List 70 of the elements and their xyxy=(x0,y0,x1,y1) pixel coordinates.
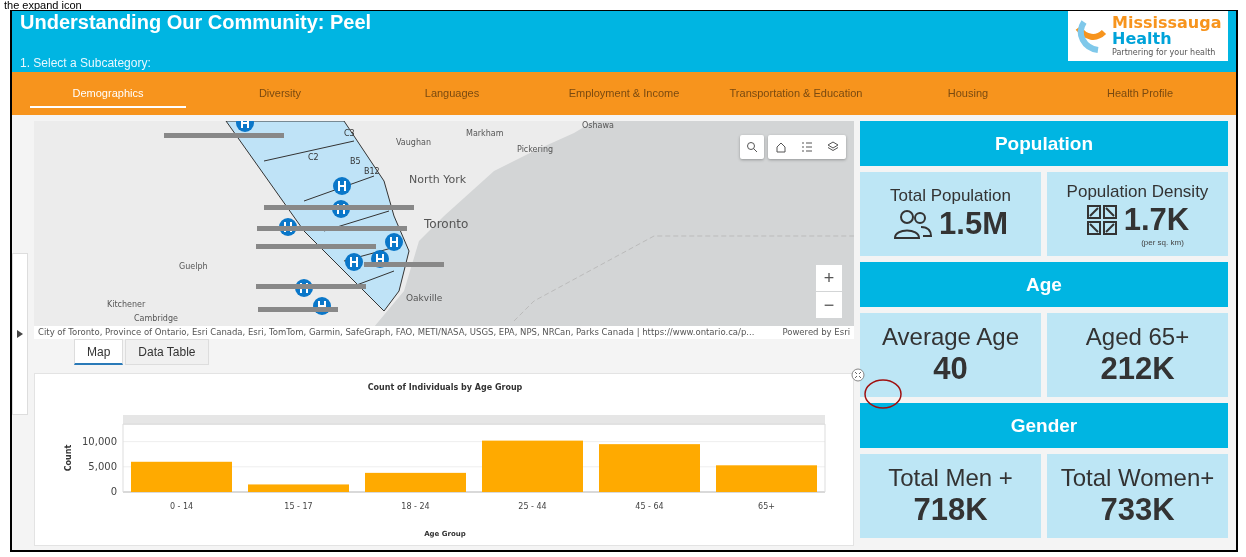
section-header: Age xyxy=(860,262,1228,307)
x-tick-label: 65+ xyxy=(758,502,775,512)
place-label: Toronto xyxy=(424,217,469,231)
place-label: Kitchener xyxy=(107,300,146,309)
x-tick-label: 45 - 64 xyxy=(635,502,664,512)
section-header: Gender xyxy=(860,403,1228,448)
zoom-in-button[interactable]: + xyxy=(816,265,842,291)
expand-arrow-icon[interactable] xyxy=(17,329,23,338)
place-label: North York xyxy=(409,173,467,186)
x-tick-label: 0 - 14 xyxy=(169,502,194,512)
view-tab[interactable]: Data Table xyxy=(125,339,209,366)
highlight-circle xyxy=(863,378,903,411)
y-tick-label: 0 xyxy=(110,486,117,498)
nav-tab[interactable]: Employment & Income xyxy=(546,79,702,108)
stat-label: Total Population xyxy=(890,186,1011,206)
logo-name: Health xyxy=(1112,31,1172,47)
list-icon[interactable] xyxy=(801,141,813,153)
place-label: Cambridge xyxy=(134,314,178,323)
stat-label: Average Age xyxy=(882,323,1019,351)
page-title: Understanding Our Community: Peel xyxy=(20,11,372,34)
view-tab[interactable]: Map xyxy=(74,339,124,366)
y-tick-label: 10,000 xyxy=(82,435,117,447)
stat-value: 733K xyxy=(1100,492,1175,528)
place-label: Vaughan xyxy=(396,138,431,147)
section-header: Population xyxy=(860,121,1228,166)
stat-value: 212K xyxy=(1100,351,1175,387)
region-label: B12 xyxy=(364,167,380,176)
search-button[interactable] xyxy=(740,135,764,159)
region-label: B5 xyxy=(350,157,361,166)
nav-tab[interactable]: Demographics xyxy=(30,79,186,108)
zoom-out-button[interactable]: − xyxy=(816,292,842,318)
stat-note: (per sq. km) xyxy=(1141,237,1184,247)
stat-value: 718K xyxy=(913,492,988,528)
expand-icon[interactable] xyxy=(851,368,865,383)
stat-value: 40 xyxy=(933,351,968,387)
stat-value: 1.5M xyxy=(939,206,1008,242)
region-label: C3 xyxy=(344,129,355,138)
y-tick-label: 5,000 xyxy=(88,461,117,473)
grid-icon xyxy=(1085,203,1118,236)
y-axis-label: Count xyxy=(64,444,73,472)
stat-label: Population Density xyxy=(1066,181,1209,202)
x-tick-label: 25 - 44 xyxy=(518,502,547,512)
nav-tab[interactable]: Languages xyxy=(374,79,530,108)
subcategory-label: 1. Select a Subcategory: xyxy=(20,56,152,70)
powered-by-text: Powered by Esri xyxy=(782,327,850,338)
place-label: Oakville xyxy=(406,293,443,303)
people-icon xyxy=(893,208,934,240)
nav-tab[interactable]: Diversity xyxy=(202,79,358,108)
nav-tab[interactable]: Housing xyxy=(890,79,1046,108)
place-label: Pickering xyxy=(517,145,554,154)
nav-tab[interactable]: Transportation & Education xyxy=(718,79,874,108)
home-icon[interactable] xyxy=(775,141,787,153)
stat-label: Total Women+ xyxy=(1060,464,1215,492)
layers-icon[interactable] xyxy=(827,141,839,153)
x-tick-label: 15 - 17 xyxy=(284,502,313,512)
document-caption: the expand icon xyxy=(4,0,82,11)
logo-tagline: Partnering for your health xyxy=(1112,49,1217,57)
region-label: C2 xyxy=(308,153,319,162)
chart-title: Count of Individuals by Age Group xyxy=(367,383,523,393)
x-tick-label: 18 - 24 xyxy=(401,502,430,512)
stat-label: Aged 65+ xyxy=(1085,323,1190,351)
place-label: Guelph xyxy=(179,262,208,271)
map-attribution: City of Toronto, Province of Ontario, Esri Canada, Esri, TomTom, Garmin, SafeGraph, FAO, METI/NASA, USGS, EPA, NPS, NRCan, Parks Canada | https://www.ontario.ca/p... xyxy=(38,327,755,338)
logo-name: Mississauga xyxy=(1112,15,1222,31)
place-label: Markham xyxy=(466,129,504,138)
stat-value: 1.7K xyxy=(1123,201,1190,238)
nav-tab[interactable]: Health Profile xyxy=(1062,79,1218,108)
stat-label: Total Men + xyxy=(888,464,1013,492)
search-icon xyxy=(746,141,758,153)
place-label: Oshawa xyxy=(582,121,614,130)
